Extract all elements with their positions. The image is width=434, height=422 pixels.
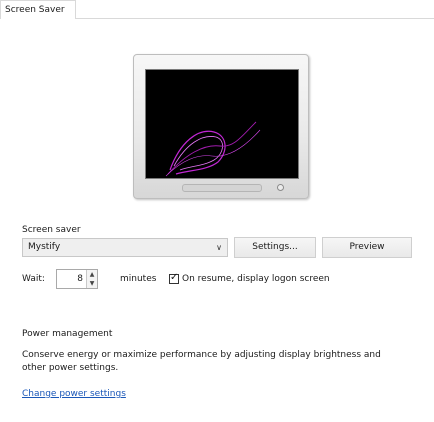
resume-logon-checkbox[interactable]: ✓ [169, 272, 179, 284]
tab-strip: Screen Saver [0, 0, 434, 19]
minutes-label: minutes [120, 274, 157, 284]
preview-button[interactable]: Preview [322, 237, 412, 258]
resume-logon-label[interactable]: On resume, display logon screen [182, 274, 330, 284]
power-description: Conserve energy or maximize performance … [22, 350, 381, 373]
wait-spin-buttons[interactable]: ▲ ▼ [86, 270, 97, 288]
settings-button[interactable]: Settings... [234, 237, 316, 258]
mystify-curve-2 [173, 136, 223, 171]
wait-label: Wait: [22, 274, 45, 284]
wait-stepper[interactable]: 8 ▲ ▼ [56, 269, 98, 289]
monitor-preview [133, 54, 309, 199]
screen-saver-group-label: Screen saver [22, 225, 85, 235]
change-power-settings-link[interactable]: Change power settings [22, 389, 126, 399]
screen-saver-select[interactable]: Mystify ∨ [22, 238, 228, 257]
mystify-preview-graphic [165, 121, 261, 177]
monitor-base [182, 184, 262, 192]
power-group-label: Power management [22, 329, 117, 339]
screen-saver-selected: Mystify [28, 242, 61, 252]
wait-value: 8 [77, 274, 83, 284]
checkmark-icon: ✓ [170, 272, 179, 283]
preview-screen [145, 69, 299, 179]
power-button-icon [277, 184, 284, 191]
chevron-down-icon: ∨ [216, 243, 222, 252]
spin-down-icon[interactable]: ▼ [87, 279, 97, 288]
tab-screen-saver[interactable]: Screen Saver [0, 0, 76, 19]
spin-up-icon[interactable]: ▲ [87, 270, 97, 279]
mystify-curve-1 [169, 130, 226, 175]
tab-label: Screen Saver [5, 5, 65, 15]
